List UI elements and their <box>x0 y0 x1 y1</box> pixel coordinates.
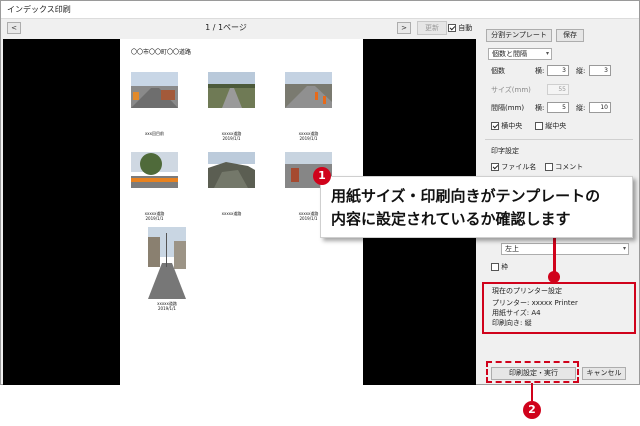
template-button[interactable]: 分割テンプレート <box>486 29 552 42</box>
gap-horiz-input[interactable]: 5 <box>547 102 569 113</box>
layout-mode-value: 個数と間隔 <box>492 50 527 58</box>
orientation-value: 縦 <box>524 319 532 327</box>
callout-leader-dot <box>548 271 560 283</box>
photo-thumbnail <box>148 227 186 299</box>
center-h-label: 横中央 <box>501 122 523 130</box>
annotation-callout: 用紙サイズ・印刷向きがテンプレートの 内容に設定されているか確認します <box>320 176 633 238</box>
auto-checkbox-wrap[interactable]: 自動 <box>448 22 472 34</box>
photo-caption: xxx回目前 <box>144 131 165 136</box>
page-indicator: 1 / 1ページ <box>205 23 247 32</box>
window-title: インデックス印刷 <box>1 1 639 19</box>
frame-label: 枠 <box>501 263 509 271</box>
printer-name-value: xxxxx Printer <box>531 299 578 307</box>
orientation-row: 印刷向き: 縦 <box>492 319 532 328</box>
comment-checkbox[interactable] <box>545 163 553 171</box>
printer-settings-heading: 現在のプリンター設定 <box>492 287 562 295</box>
photo-caption: xxxxx道路 2019/1/1 <box>221 131 242 141</box>
panel-divider <box>485 139 633 140</box>
callout-line-1: 用紙サイズ・印刷向きがテンプレートの <box>331 187 601 205</box>
paper-size-label: 用紙サイズ: <box>492 309 530 317</box>
count-label: 個数 <box>491 67 505 75</box>
print-button-highlight <box>486 361 579 383</box>
size-label: サイズ(mm) <box>491 86 531 94</box>
printer-name-row: プリンター: xxxxx Printer <box>492 299 578 308</box>
paper-size-value: A4 <box>531 309 541 317</box>
printer-settings-box: 現在のプリンター設定 プリンター: xxxxx Printer 用紙サイズ: A… <box>482 282 636 334</box>
step-badge-2: 2 <box>523 401 541 419</box>
refresh-button[interactable]: 更新 <box>417 21 447 35</box>
size-input[interactable]: 55 <box>547 84 569 95</box>
orientation-label: 印刷向き: <box>492 319 523 327</box>
step-badge-1: 1 <box>313 167 331 185</box>
center-h-option[interactable]: 横中央 <box>491 121 522 131</box>
gap-vert-label: 縦: <box>576 104 586 112</box>
center-v-checkbox[interactable] <box>535 122 543 130</box>
gap-horiz-label: 横: <box>535 104 545 112</box>
print-settings-label: 印字設定 <box>491 147 519 155</box>
photo-caption: xxxxx道路 <box>221 211 242 216</box>
count-vert-label: 縦: <box>576 67 586 75</box>
prev-page-button[interactable]: < <box>7 22 21 34</box>
cancel-button[interactable]: キャンセル <box>582 367 626 380</box>
paper-title: 〇〇市〇〇町〇〇道路 <box>131 49 192 56</box>
paper-size-row: 用紙サイズ: A4 <box>492 309 541 318</box>
photo-thumbnail <box>131 72 178 108</box>
position-value: 左上 <box>505 245 519 253</box>
chevron-down-icon: ▾ <box>622 245 626 252</box>
layout-mode-select[interactable]: 個数と間隔 ▾ <box>488 48 552 60</box>
center-h-checkbox[interactable] <box>491 122 499 130</box>
center-v-option[interactable]: 縦中央 <box>535 121 566 131</box>
photo-caption: xxxxx道路 2019/1/1 <box>298 131 319 141</box>
count-vert-input[interactable]: 3 <box>589 65 611 76</box>
count-horiz-label: 横: <box>535 67 545 75</box>
comment-label: コメント <box>555 163 584 171</box>
photo-caption: xxxxx道路 2019/1/1 <box>144 211 165 221</box>
next-page-button[interactable]: > <box>397 22 411 34</box>
callout-line-2: 内容に設定されているか確認します <box>331 210 571 228</box>
filename-option[interactable]: ファイル名 <box>491 162 536 172</box>
photo-thumbnail <box>131 152 178 188</box>
step2-leader-line <box>531 383 533 401</box>
photo-caption: xxxxx道路 2019/1/1 <box>157 301 177 311</box>
center-v-label: 縦中央 <box>545 122 567 130</box>
photo-thumbnail <box>208 152 255 188</box>
filename-label: ファイル名 <box>501 163 537 171</box>
filename-checkbox[interactable] <box>491 163 499 171</box>
printer-name-label: プリンター: <box>492 299 530 307</box>
save-button[interactable]: 保存 <box>556 29 584 42</box>
count-horiz-input[interactable]: 3 <box>547 65 569 76</box>
frame-option[interactable]: 枠 <box>491 262 508 272</box>
auto-checkbox[interactable] <box>448 24 456 32</box>
photo-thumbnail <box>208 72 255 108</box>
position-select[interactable]: 左上 ▾ <box>501 243 629 255</box>
comment-option[interactable]: コメント <box>545 162 583 172</box>
frame-checkbox[interactable] <box>491 263 499 271</box>
photo-thumbnail <box>285 72 332 108</box>
gap-vert-input[interactable]: 10 <box>589 102 611 113</box>
chevron-down-icon: ▾ <box>545 50 549 57</box>
auto-label: 自動 <box>458 24 473 32</box>
gap-label: 間隔(mm) <box>491 104 525 112</box>
